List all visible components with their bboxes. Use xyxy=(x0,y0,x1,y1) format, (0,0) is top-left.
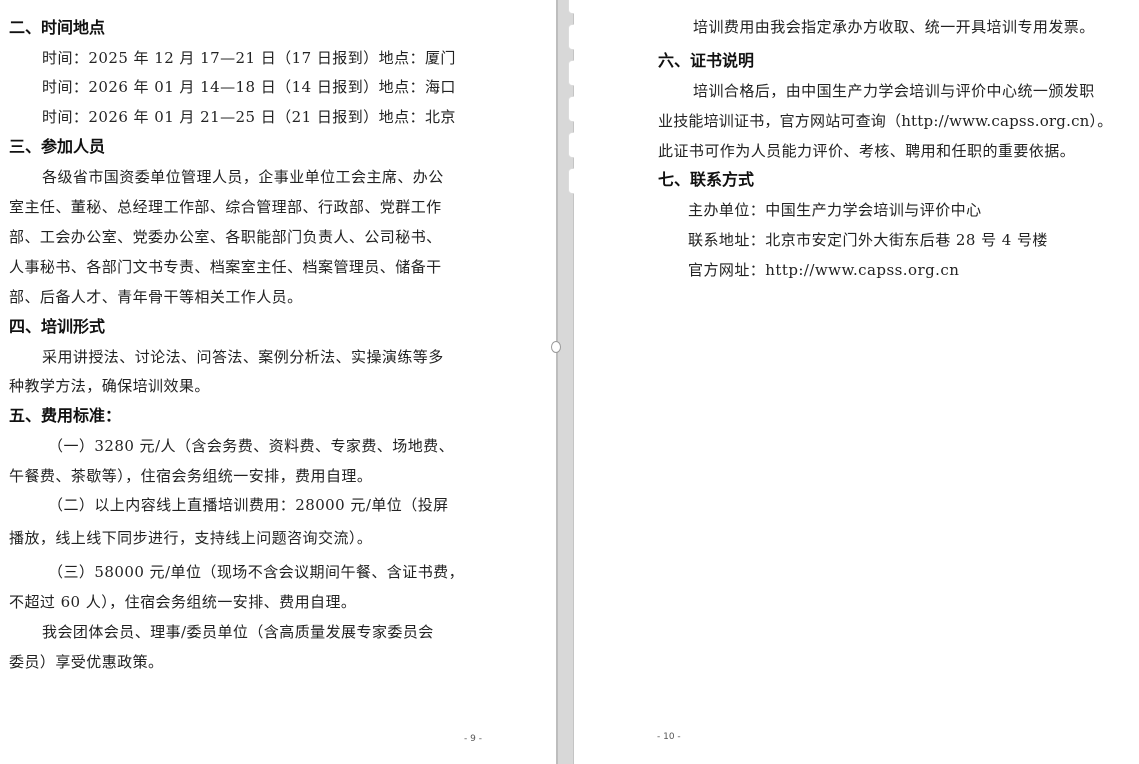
fees-line-3: （二）以上内容线上直播培训费用：28000 元/单位（投屏 xyxy=(48,496,449,514)
section-heading-contact: 七、联系方式 xyxy=(658,170,755,189)
certificate-line-3: 此证书可作为人员能力评价、考核、聘用和任职的重要依据。 xyxy=(658,142,1076,160)
fee-invoice-line: 培训费用由我会指定承办方收取、统一开具培训专用发票。 xyxy=(693,18,1095,36)
page-number: - 10 - xyxy=(657,732,681,742)
fees-line-2: 午餐费、茶歇等），住宿会务组统一安排，费用自理。 xyxy=(9,467,373,485)
split-drag-handle[interactable] xyxy=(551,341,561,353)
certificate-line-2: 业技能培训证书，官方网站可查询（http://www.capss.org.cn）… xyxy=(658,112,1113,130)
fees-line-4: 播放，线上线下同步进行，支持线上问题咨询交流）。 xyxy=(9,529,373,547)
participants-line-4: 人事秘书、各部门文书专责、档案室主任、档案管理员、储备干 xyxy=(9,258,442,276)
document-page-9: 二、时间地点 时间：2025 年 12 月 17—21 日（17 日报到）地点：… xyxy=(0,0,556,764)
section-heading-fees: 五、费用标准： xyxy=(9,406,122,425)
fees-line-7: 我会团体会员、理事/委员单位（含高质量发展专家委员会 xyxy=(42,623,434,641)
time-place-line-3: 时间：2026 年 01 月 21—25 日（21 日报到）地点：北京 xyxy=(42,108,456,126)
participants-line-2: 室主任、董秘、总经理工作部、综合管理部、行政部、党群工作 xyxy=(9,198,442,216)
fees-line-5: （三）58000 元/单位（现场不含会议期间午餐、含证书费， xyxy=(48,563,465,581)
section-heading-certificate: 六、证书说明 xyxy=(658,51,755,70)
contact-website: 官方网址：http://www.capss.org.cn xyxy=(688,261,960,279)
participants-line-3: 部、工会办公室、党委办公室、各职能部门负责人、公司秘书、 xyxy=(9,228,442,246)
participants-line-5: 部、后备人才、青年骨干等相关工作人员。 xyxy=(9,288,303,306)
section-heading-time-place: 二、时间地点 xyxy=(9,18,106,37)
section-heading-participants: 三、参加人员 xyxy=(9,137,106,156)
document-page-10: 培训费用由我会指定承办方收取、统一开具培训专用发票。 六、证书说明 培训合格后，… xyxy=(574,0,1139,764)
contact-organizer: 主办单位：中国生产力学会培训与评价中心 xyxy=(688,201,982,219)
format-line-2: 种教学方法，确保培训效果。 xyxy=(9,377,210,395)
time-place-line-1: 时间：2025 年 12 月 17—21 日（17 日报到）地点：厦门 xyxy=(42,49,456,67)
contact-address: 联系地址：北京市安定门外大街东后巷 28 号 4 号楼 xyxy=(688,231,1048,249)
section-heading-format: 四、培训形式 xyxy=(9,317,106,336)
format-line-1: 采用讲授法、讨论法、问答法、案例分析法、实操演练等多 xyxy=(42,348,444,366)
participants-line-1: 各级省市国资委单位管理人员，企事业单位工会主席、办公 xyxy=(42,168,444,186)
fees-line-1: （一）3280 元/人（含会务费、资料费、专家费、场地费、 xyxy=(48,437,455,455)
fees-line-8: 委员）享受优惠政策。 xyxy=(9,653,164,671)
certificate-line-1: 培训合格后，由中国生产力学会培训与评价中心统一颁发职 xyxy=(693,82,1095,100)
fees-line-6: 不超过 60 人），住宿会务组统一安排、费用自理。 xyxy=(9,593,357,611)
time-place-line-2: 时间：2026 年 01 月 14—18 日（14 日报到）地点：海口 xyxy=(42,78,456,96)
page-number: - 9 - xyxy=(464,734,482,744)
